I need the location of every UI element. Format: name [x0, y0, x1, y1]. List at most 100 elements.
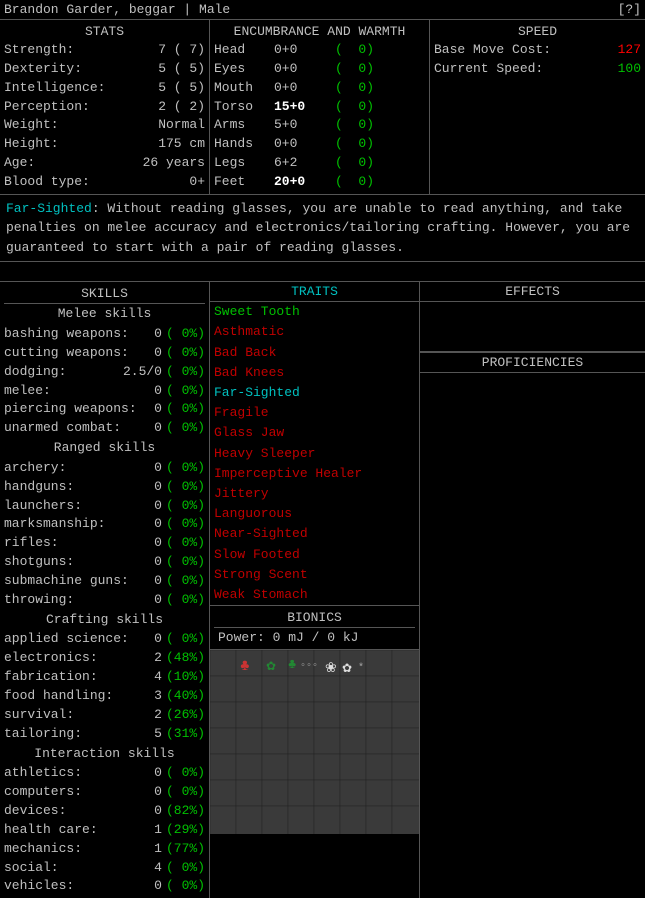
speed-current-row: Current Speed: 100 — [434, 60, 641, 79]
stat-blood-value: 0+ — [189, 173, 205, 192]
char-info: Brandon Garder, beggar | Male — [4, 2, 230, 17]
traits-section: TRAITS Sweet Tooth Asthmatic Bad Back Ba… — [210, 282, 420, 898]
skill-melee: melee: 0 ( 0%) — [4, 382, 205, 401]
enc-feet: Feet 20+0 ( 0) — [214, 173, 425, 192]
skill-mechanics: mechanics: 1 (77%) — [4, 840, 205, 859]
traits-title: TRAITS — [210, 282, 419, 302]
bionics-power: Power: 0 mJ / 0 kJ — [214, 628, 415, 647]
trait-fragile: Fragile — [210, 403, 419, 423]
top-bar: Brandon Garder, beggar | Male [?] — [0, 0, 645, 19]
skill-rifles: rifles: 0 ( 0%) — [4, 534, 205, 553]
trait-bad-knees: Bad Knees — [210, 363, 419, 383]
svg-text:✿: ✿ — [266, 660, 276, 674]
trait-imperceptive-healer: Imperceptive Healer — [210, 464, 419, 484]
stat-dexterity: Dexterity: 5 ( 5) — [4, 60, 205, 79]
help-button[interactable]: [?] — [618, 2, 641, 17]
svg-text:♣: ♣ — [288, 657, 296, 673]
trait-glass-jaw: Glass Jaw — [210, 423, 419, 443]
stat-strength-value: 7 ( 7) — [158, 41, 205, 60]
effects-header: EFFECTS — [420, 282, 645, 302]
stat-age: Age: 26 years — [4, 154, 205, 173]
lower-grid: SKILLS Melee skills bashing weapons: 0 (… — [0, 282, 645, 898]
stat-perception-value: 2 ( 2) — [158, 98, 205, 117]
stat-height-value: 175 cm — [158, 135, 205, 154]
map-svg: ♣ ✿ ♣ °°° ❀ ✿ * — [210, 650, 419, 834]
skill-piercing: piercing weapons: 0 ( 0%) — [4, 400, 205, 419]
stat-perception: Perception: 2 ( 2) — [4, 98, 205, 117]
bionics-section: BIONICS Power: 0 mJ / 0 kJ — [210, 605, 419, 649]
enc-title: ENCUMBRANCE AND WARMTH — [214, 22, 425, 41]
stat-height: Height: 175 cm — [4, 135, 205, 154]
enc-torso: Torso 15+0 ( 0) — [214, 98, 425, 117]
stat-dexterity-label: Dexterity: — [4, 60, 82, 79]
stat-weight-label: Weight: — [4, 116, 59, 135]
skill-bashing: bashing weapons: 0 ( 0%) — [4, 325, 205, 344]
skill-launchers: launchers: 0 ( 0%) — [4, 497, 205, 516]
trait-slow-footed: Slow Footed — [210, 545, 419, 565]
interaction-header: Interaction skills — [4, 744, 205, 765]
skill-archery: archery: 0 ( 0%) — [4, 459, 205, 478]
svg-text:✿: ✿ — [342, 662, 352, 676]
skill-dodging: dodging: 2.5/0 ( 0%) — [4, 363, 205, 382]
skill-computers: computers: 0 ( 0%) — [4, 783, 205, 802]
stat-perception-label: Perception: — [4, 98, 90, 117]
skill-applied-science: applied science: 0 ( 0%) — [4, 630, 205, 649]
svg-text:°°°: °°° — [300, 662, 318, 674]
main-header: STATS Strength: 7 ( 7) Dexterity: 5 ( 5)… — [0, 19, 645, 195]
trait-asthmatic: Asthmatic — [210, 322, 419, 342]
speed-base-label: Base Move Cost: — [434, 41, 551, 60]
trait-jittery: Jittery — [210, 484, 419, 504]
skill-handguns: handguns: 0 ( 0%) — [4, 478, 205, 497]
skill-food-handling: food handling: 3 (40%) — [4, 687, 205, 706]
svg-text:❀: ❀ — [325, 661, 337, 677]
svg-text:*: * — [358, 662, 364, 674]
skill-fabrication: fabrication: 4 (10%) — [4, 668, 205, 687]
enc-section: ENCUMBRANCE AND WARMTH Head 0+0 ( 0) Eye… — [210, 20, 430, 194]
skill-survival: survival: 2 (26%) — [4, 706, 205, 725]
skill-electronics: electronics: 2 (48%) — [4, 649, 205, 668]
skill-vehicles: vehicles: 0 ( 0%) — [4, 877, 205, 896]
desc-text: : Without reading glasses, you are unabl… — [6, 201, 630, 255]
crafting-header: Crafting skills — [4, 610, 205, 631]
skill-smg: submachine guns: 0 ( 0%) — [4, 572, 205, 591]
trait-heavy-sleeper: Heavy Sleeper — [210, 444, 419, 464]
ranged-header: Ranged skills — [4, 438, 205, 459]
speed-base-row: Base Move Cost: 127 — [434, 41, 641, 60]
speed-section: SPEED Base Move Cost: 127 Current Speed:… — [430, 20, 645, 194]
skill-throwing: throwing: 0 ( 0%) — [4, 591, 205, 610]
description-section: Far-Sighted: Without reading glasses, yo… — [0, 195, 645, 263]
trait-bad-back: Bad Back — [210, 343, 419, 363]
trait-strong-scent: Strong Scent — [210, 565, 419, 585]
enc-hands: Hands 0+0 ( 0) — [214, 135, 425, 154]
stat-weight-value: Normal — [158, 116, 205, 135]
stat-height-label: Height: — [4, 135, 59, 154]
enc-mouth: Mouth 0+0 ( 0) — [214, 79, 425, 98]
skill-health-care: health care: 1 (29%) — [4, 821, 205, 840]
skill-social: social: 4 ( 0%) — [4, 859, 205, 878]
enc-legs: Legs 6+2 ( 0) — [214, 154, 425, 173]
desc-highlight: Far-Sighted — [6, 201, 92, 216]
enc-eyes: Eyes 0+0 ( 0) — [214, 60, 425, 79]
speed-base-value: 127 — [618, 41, 641, 60]
skill-shotguns: shotguns: 0 ( 0%) — [4, 553, 205, 572]
svg-text:♣: ♣ — [240, 657, 250, 675]
trait-sweet-tooth: Sweet Tooth — [210, 302, 419, 322]
effects-content — [420, 302, 645, 352]
trait-near-sighted: Near-Sighted — [210, 524, 419, 544]
melee-header: Melee skills — [4, 304, 205, 325]
skill-tailoring: tailoring: 5 (31%) — [4, 725, 205, 744]
skill-cutting: cutting weapons: 0 ( 0%) — [4, 344, 205, 363]
enc-head: Head 0+0 ( 0) — [214, 41, 425, 60]
skills-title: SKILLS — [4, 284, 205, 304]
stat-intelligence-label: Intelligence: — [4, 79, 105, 98]
trait-far-sighted: Far-Sighted — [210, 383, 419, 403]
stat-intelligence: Intelligence: 5 ( 5) — [4, 79, 205, 98]
speed-current-value: 100 — [618, 60, 641, 79]
trait-languorous: Languorous — [210, 504, 419, 524]
stats-section: STATS Strength: 7 ( 7) Dexterity: 5 ( 5)… — [0, 20, 210, 194]
stat-intelligence-value: 5 ( 5) — [158, 79, 205, 98]
proficiencies-header: PROFICIENCIES — [420, 352, 645, 373]
stat-dexterity-value: 5 ( 5) — [158, 60, 205, 79]
skills-section: SKILLS Melee skills bashing weapons: 0 (… — [0, 282, 210, 898]
effects-section: EFFECTS PROFICIENCIES — [420, 282, 645, 898]
